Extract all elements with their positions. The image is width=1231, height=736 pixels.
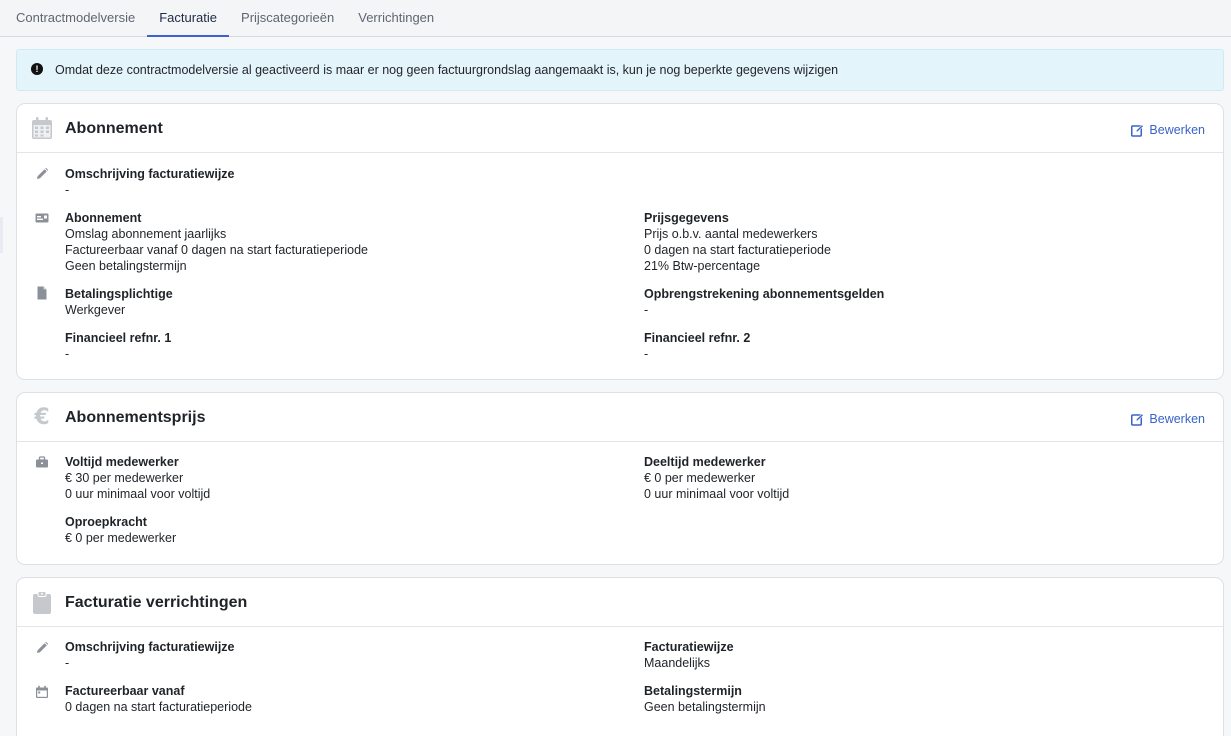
edit-label: Bewerken [1149,123,1205,137]
verrichtingen-omschrijving-field: Omschrijving facturatiewijze - [65,639,235,671]
deeltijd-line1: € 0 per medewerker [644,471,756,485]
clipboard-icon [33,591,51,614]
opbrengstrekening-value: - [644,303,649,317]
prijsgegevens-line1: Prijs o.b.v. aantal medewerkers [644,227,818,241]
pencil-icon [37,641,49,653]
abonnement-card-header: Abonnement Bewerken [17,104,1223,153]
refnr1-value: - [65,347,70,361]
facturatiewijze-value: Maandelijks [644,656,711,670]
abonnement-field-line3: Geen betalingstermijn [65,259,187,273]
oproepkracht-line1: € 0 per medewerker [65,531,177,545]
betalingsplichtige-field: Betalingsplichtige Werkgever [65,286,173,318]
briefcase-icon [36,456,48,468]
refnr2-value: - [644,347,649,361]
abonnementsprijs-title: Abonnementsprijs [65,409,206,426]
refnr1-field: Financieel refnr. 1 - [65,330,171,362]
euro-icon: € [33,405,49,429]
verrichtingen-title: Facturatie verrichtingen [65,594,248,611]
prijsgegevens-label: Prijsgegevens [644,211,729,225]
facturatiewijze-label: Facturatiewijze [644,640,734,654]
omschrijving-value: - [65,183,70,197]
edit-icon [1131,412,1145,426]
factureerbaar-value: 0 dagen na start facturatieperiode [65,700,252,714]
voltijd-field: Voltijd medewerker € 30 per medewerker 0… [65,454,210,502]
tab-bar: Contractmodelversie Facturatie Prijscate… [0,0,1231,37]
opbrengstrekening-label: Opbrengstrekening abonnementsgelden [644,287,885,301]
abonnement-field-label: Abonnement [65,211,142,225]
abonnementsprijs-card-header: € Abonnementsprijs Bewerken [17,393,1223,442]
edit-icon [1131,123,1145,137]
alert-text: Omdat deze contractmodelversie al geacti… [55,63,839,77]
deeltijd-line2: 0 uur minimaal voor voltijd [644,487,790,501]
abonnement-field: Abonnement Omslag abonnement jaarlijks F… [65,210,368,274]
voltijd-line1: € 30 per medewerker [65,471,184,485]
pencil-icon [37,167,49,179]
abonnement-edit-button[interactable]: Bewerken [1131,123,1205,137]
edit-label: Bewerken [1149,412,1205,426]
verrichtingen-omschrijving-label: Omschrijving facturatiewijze [65,640,235,654]
opbrengstrekening-field: Opbrengstrekening abonnementsgelden - [644,286,884,318]
tab-verrichtingen[interactable]: Verrichtingen [346,0,446,37]
prijsgegevens-field: Prijsgegevens Prijs o.b.v. aantal medewe… [644,210,831,274]
betalingstermijn-value: Geen betalingstermijn [644,700,766,714]
deeltijd-field: Deeltijd medewerker € 0 per medewerker 0… [644,454,789,502]
betalingstermijn-label: Betalingstermijn [644,684,742,698]
svg-text:€: € [33,405,49,429]
voltijd-label: Voltijd medewerker [65,455,179,469]
calendar-small-icon [36,685,48,698]
voltijd-line2: 0 uur minimaal voor voltijd [65,487,211,501]
abonnementsprijs-edit-button[interactable]: Bewerken [1131,412,1205,426]
abonnement-field-line1: Omslag abonnement jaarlijks [65,227,227,241]
refnr1-label: Financieel refnr. 1 [65,331,172,345]
abonnement-title: Abonnement [65,120,163,137]
verrichtingen-omschrijving-value: - [65,656,70,670]
omschrijving-label: Omschrijving facturatiewijze [65,167,235,181]
prijsgegevens-line2: 0 dagen na start facturatieperiode [644,243,831,257]
abonnement-field-line2: Factureerbaar vanaf 0 dagen na start fac… [65,243,368,257]
tab-prijscategorieen[interactable]: Prijscategorieën [229,0,346,37]
deeltijd-label: Deeltijd medewerker [644,455,766,469]
abonnementsprijs-card: € Abonnementsprijs Bewerken Voltijd mede… [16,392,1224,565]
exclamation-circle-icon: ! [31,63,43,75]
oproepkracht-field: Oproepkracht € 0 per medewerker [65,514,176,546]
betalingstermijn-field: Betalingstermijn Geen betalingstermijn [644,683,766,715]
refnr2-field: Financieel refnr. 2 - [644,330,750,362]
file-icon [37,286,47,300]
betalingsplichtige-label: Betalingsplichtige [65,287,173,301]
oproepkracht-label: Oproepkracht [65,515,147,529]
side-edge-marker [0,217,3,253]
abonnement-card: Abonnement Bewerken Omschrijving factura… [16,103,1224,380]
refnr2-label: Financieel refnr. 2 [644,331,751,345]
tab-contractmodelversie[interactable]: Contractmodelversie [4,0,147,37]
calendar-icon [32,117,52,139]
id-card-icon [35,213,49,223]
info-alert: ! Omdat deze contractmodelversie al geac… [16,49,1224,91]
verrichtingen-card-header: Facturatie verrichtingen [17,578,1223,627]
factureerbaar-label: Factureerbaar vanaf [65,684,185,698]
verrichtingen-card: Facturatie verrichtingen Omschrijving fa… [16,577,1224,736]
facturatiewijze-field: Facturatiewijze Maandelijks [644,639,734,671]
omschrijving-field: Omschrijving facturatiewijze - [65,166,235,198]
prijsgegevens-line3: 21% Btw-percentage [644,259,761,273]
betalingsplichtige-value: Werkgever [65,303,126,317]
factureerbaar-field: Factureerbaar vanaf 0 dagen na start fac… [65,683,252,715]
tab-facturatie[interactable]: Facturatie [147,0,230,37]
